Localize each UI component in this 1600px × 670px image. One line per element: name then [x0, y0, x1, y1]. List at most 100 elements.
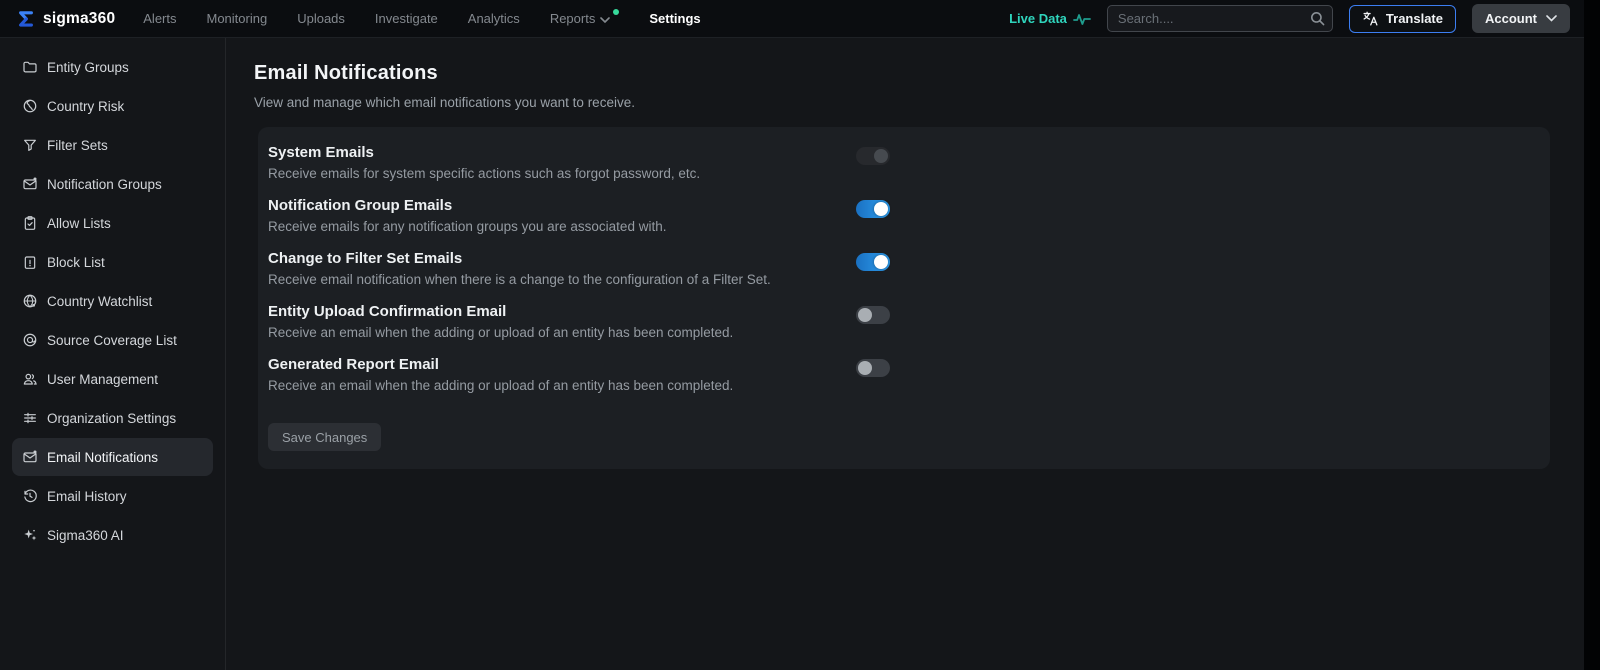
main-content: Email Notifications View and manage whic…: [226, 38, 1600, 670]
setting-row-change-to-filter-set-emails: Change to Filter Set Emails Receive emai…: [268, 250, 890, 287]
sidebar-item-email-history[interactable]: Email History: [12, 477, 213, 515]
topbar: sigma360 Alerts Monitoring Uploads: [0, 0, 1600, 38]
toggle-knob: [874, 255, 888, 269]
translate-icon: [1362, 10, 1379, 27]
sidebar-item-user-management[interactable]: User Management: [12, 360, 213, 398]
toggle-switch[interactable]: [856, 200, 890, 218]
setting-title: Change to Filter Set Emails: [268, 250, 771, 267]
translate-label: Translate: [1386, 11, 1443, 26]
setting-text: Notification Group Emails Receive emails…: [268, 197, 666, 234]
toggle-switch[interactable]: [856, 147, 890, 165]
search-input[interactable]: [1107, 5, 1333, 32]
setting-row-system-emails: System Emails Receive emails for system …: [268, 144, 890, 181]
toggle-switch[interactable]: [856, 253, 890, 271]
sidebar-item-label: Allow Lists: [47, 216, 111, 231]
save-changes-button[interactable]: Save Changes: [268, 423, 381, 451]
clipboard-alert-icon: [22, 254, 38, 270]
sidebar-item-notification-groups[interactable]: Notification Groups: [12, 165, 213, 203]
nav-item-analytics[interactable]: Analytics: [468, 11, 520, 26]
sidebar-item-label: Source Coverage List: [47, 333, 177, 348]
folder-icon: [22, 59, 38, 75]
sidebar-item-label: Email History: [47, 489, 127, 504]
toggle-switch[interactable]: [856, 306, 890, 324]
main-nav: Alerts Monitoring Uploads Investigate: [143, 11, 700, 26]
chevron-down-icon: [600, 17, 610, 23]
nav-item-settings[interactable]: Settings: [649, 11, 700, 26]
setting-title: Generated Report Email: [268, 356, 733, 373]
setting-description: Receive emails for system specific actio…: [268, 166, 700, 181]
sidebar-item-email-notifications[interactable]: Email Notifications: [12, 438, 213, 476]
sidebar-item-label: User Management: [47, 372, 158, 387]
sidebar-item-label: Country Watchlist: [47, 294, 152, 309]
live-indicator-dot: [613, 9, 619, 15]
nav-item-label: Investigate: [375, 11, 438, 26]
sidebar-item-label: Entity Groups: [47, 60, 129, 75]
settings-rows: System Emails Receive emails for system …: [268, 144, 890, 393]
setting-text: Change to Filter Set Emails Receive emai…: [268, 250, 771, 287]
setting-row-notification-group-emails: Notification Group Emails Receive emails…: [268, 197, 890, 234]
funnel-icon: [22, 137, 38, 153]
page-subtitle: View and manage which email notification…: [254, 95, 1600, 110]
nav-item-investigate[interactable]: Investigate: [375, 11, 438, 26]
sidebar-item-filter-sets[interactable]: Filter Sets: [12, 126, 213, 164]
pulse-icon: [1073, 12, 1091, 26]
settings-panel: System Emails Receive emails for system …: [258, 127, 1550, 469]
setting-description: Receive an email when the adding or uplo…: [268, 378, 733, 393]
setting-description: Receive an email when the adding or uplo…: [268, 325, 733, 340]
sidebar-item-country-watchlist[interactable]: Country Watchlist: [12, 282, 213, 320]
setting-title: System Emails: [268, 144, 700, 161]
account-button[interactable]: Account: [1472, 4, 1570, 33]
nav-item-uploads[interactable]: Uploads: [297, 11, 345, 26]
sidebar-item-allow-lists[interactable]: Allow Lists: [12, 204, 213, 242]
live-data-label: Live Data: [1009, 11, 1067, 26]
logo[interactable]: sigma360: [14, 8, 115, 30]
setting-description: Receive email notification when there is…: [268, 272, 771, 287]
sidebar-item-label: Country Risk: [47, 99, 124, 114]
sparkles-icon: [22, 527, 38, 543]
clipboard-check-icon: [22, 215, 38, 231]
history-icon: [22, 488, 38, 504]
sidebar-item-label: Organization Settings: [47, 411, 176, 426]
sidebar-item-label: Block List: [47, 255, 105, 270]
setting-title: Entity Upload Confirmation Email: [268, 303, 733, 320]
nav-item-label: Uploads: [297, 11, 345, 26]
sigma360-logo-icon: [14, 8, 36, 30]
nav-item-label: Reports: [550, 11, 596, 26]
setting-text: System Emails Receive emails for system …: [268, 144, 700, 181]
translate-button[interactable]: Translate: [1349, 5, 1456, 33]
search-icon[interactable]: [1310, 11, 1325, 26]
mail-dot-icon: [22, 176, 38, 192]
setting-text: Entity Upload Confirmation Email Receive…: [268, 303, 733, 340]
account-label: Account: [1485, 11, 1537, 26]
sidebar-item-organization-settings[interactable]: Organization Settings: [12, 399, 213, 437]
sidebar-item-source-coverage-list[interactable]: Source Coverage List: [12, 321, 213, 359]
toggle-knob: [858, 308, 872, 322]
setting-title: Notification Group Emails: [268, 197, 666, 214]
setting-row-generated-report-email: Generated Report Email Receive an email …: [268, 356, 890, 393]
app-shell: Entity Groups Country Risk Filter Sets N…: [0, 38, 1600, 670]
page-title: Email Notifications: [254, 62, 1600, 85]
sidebar-item-sigma360-ai[interactable]: Sigma360 AI: [12, 516, 213, 554]
toggle-switch[interactable]: [856, 359, 890, 377]
toggle-knob: [874, 149, 888, 163]
logo-text: sigma360: [43, 10, 115, 28]
right-edge-strip: [1584, 0, 1600, 670]
sidebar-item-label: Sigma360 AI: [47, 528, 124, 543]
setting-description: Receive emails for any notification grou…: [268, 219, 666, 234]
setting-row-entity-upload-confirmation-email: Entity Upload Confirmation Email Receive…: [268, 303, 890, 340]
live-data-indicator: Live Data: [1009, 11, 1091, 26]
topbar-right: Live Data Translate Account: [1009, 4, 1570, 33]
nav-item-alerts[interactable]: Alerts: [143, 11, 176, 26]
sidebar-item-entity-groups[interactable]: Entity Groups: [12, 48, 213, 86]
chevron-down-icon: [1546, 15, 1557, 22]
swirl-icon: [22, 332, 38, 348]
nav-item-monitoring[interactable]: Monitoring: [207, 11, 268, 26]
setting-text: Generated Report Email Receive an email …: [268, 356, 733, 393]
nav-item-label: Analytics: [468, 11, 520, 26]
globe-icon: [22, 98, 38, 114]
sidebar-item-block-list[interactable]: Block List: [12, 243, 213, 281]
sidebar-item-country-risk[interactable]: Country Risk: [12, 87, 213, 125]
nav-item-label: Monitoring: [207, 11, 268, 26]
nav-item-reports[interactable]: Reports: [550, 11, 620, 26]
toggle-knob: [858, 361, 872, 375]
